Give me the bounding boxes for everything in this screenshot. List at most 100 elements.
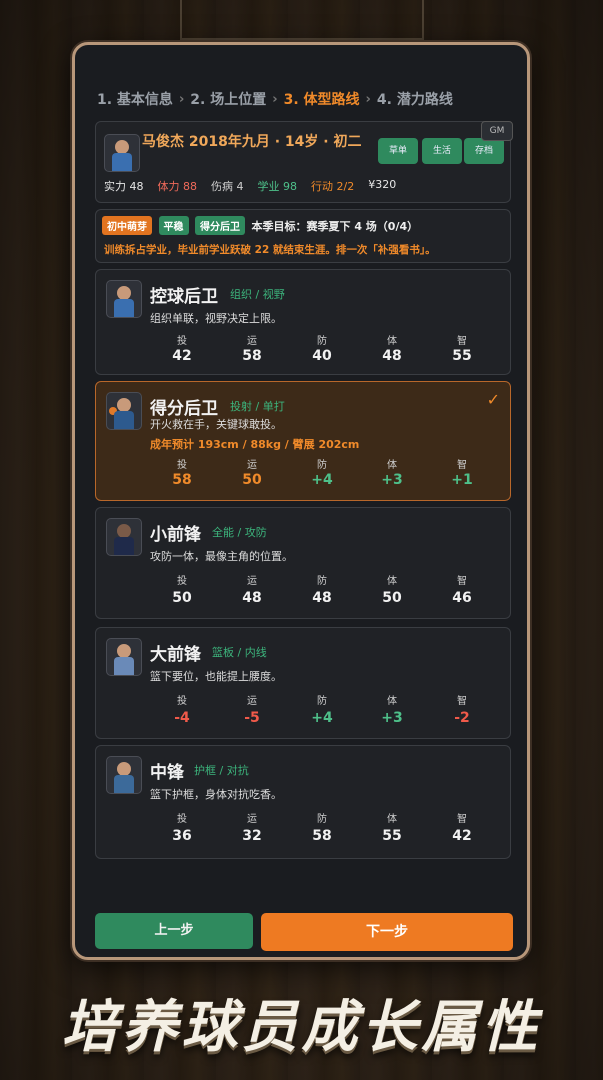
season-goal: 本季目标：赛季夏下 4 场（0/4） xyxy=(251,220,419,233)
attr-labels: 投运防体智 xyxy=(152,810,492,825)
attr-values: -4 -5 +4 +3 -2 xyxy=(152,710,492,726)
attr-value: 46 xyxy=(452,590,472,606)
position-description: 攻防一体，最像主角的位置。 xyxy=(150,550,293,563)
attr-value: 36 xyxy=(172,828,192,844)
position-description: 开火救在手，关键球敢投。 xyxy=(150,418,282,431)
position-card-c[interactable]: 中锋 护框 / 对抗 篮下护框，身体对抗吃香。 投 运 防 体 智 36 32 58 55 42 xyxy=(95,745,511,859)
attr-label: 运 xyxy=(247,460,257,471)
attr-label: 投 xyxy=(177,336,187,347)
attr-label: 防 xyxy=(317,576,327,587)
status-card: 初中萌芽 平稳 得分后卫 本季目标：赛季夏下 4 场（0/4） 训练拆占学业，毕… xyxy=(95,209,511,263)
step-4[interactable]: 4. 潜力路线 xyxy=(377,89,453,109)
stat-action: 行动 2/2 xyxy=(311,180,355,193)
position-name: 大前锋 xyxy=(150,645,201,665)
player-avatar xyxy=(106,518,142,556)
position-subtitle: 篮板 / 内线 xyxy=(212,646,267,659)
attr-value: 48 xyxy=(382,348,402,364)
position-card-sf[interactable]: 小前锋 全能 / 攻防 攻防一体，最像主角的位置。 投运防体智 50 48 48 50… xyxy=(95,507,511,619)
attr-value: +4 xyxy=(311,710,333,726)
attr-values: 50 48 48 50 46 xyxy=(152,590,492,606)
attr-values: 58 50 +4 +3 +1 xyxy=(152,472,492,488)
attr-label: 运 xyxy=(247,696,257,707)
step-breadcrumb: 1. 基本信息 › 2. 场上位置 › 3. 体型路线 › 4. 潜力路线 xyxy=(97,89,511,109)
step-1[interactable]: 1. 基本信息 xyxy=(97,89,173,109)
attr-label: 运 xyxy=(247,814,257,825)
position-subtitle: 护框 / 对抗 xyxy=(194,764,249,777)
position-card-sg[interactable]: 得分后卫 投射 / 单打 ✓ 开火救在手，关键球敢投。 成年预计 193cm /… xyxy=(95,381,511,501)
position-name: 小前锋 xyxy=(150,525,201,545)
attr-labels: 投运防体智 xyxy=(152,572,492,587)
attr-labels: 投运防体智 xyxy=(152,692,492,707)
chevron-right-icon: › xyxy=(272,91,278,107)
chevron-right-icon: › xyxy=(365,91,371,107)
next-step-button[interactable]: 下一步 xyxy=(261,913,513,951)
status-tag-stage: 初中萌芽 xyxy=(102,216,152,235)
attr-value: 50 xyxy=(172,590,192,606)
position-subtitle: 组织 / 视野 xyxy=(230,288,285,301)
position-card-pg[interactable]: 控球后卫 组织 / 视野 组织单联，视野决定上限。 投 运 防 体 智 42 58 40 48… xyxy=(95,269,511,375)
attr-label: 投 xyxy=(177,696,187,707)
attr-value: 50 xyxy=(242,472,262,488)
attr-label: 体 xyxy=(387,814,397,825)
save-button[interactable]: 存档 xyxy=(464,138,504,164)
player-avatar xyxy=(106,392,142,430)
court-line-top xyxy=(180,0,424,40)
position-name: 控球后卫 xyxy=(150,287,218,307)
position-subtitle: 全能 / 攻防 xyxy=(212,526,267,539)
attr-value: 55 xyxy=(452,348,472,364)
attr-label: 投 xyxy=(177,814,187,825)
stat-money: ¥320 xyxy=(368,178,397,191)
attr-label: 体 xyxy=(387,576,397,587)
attr-label: 智 xyxy=(457,576,467,587)
attr-value: -4 xyxy=(174,710,190,726)
schedule-button[interactable]: 草单 xyxy=(378,138,418,164)
previous-step-button[interactable]: 上一步 xyxy=(95,913,253,949)
attr-label: 运 xyxy=(247,336,257,347)
attr-label: 防 xyxy=(317,814,327,825)
attr-value: +4 xyxy=(311,472,333,488)
attr-labels: 投运防体智 xyxy=(152,332,492,347)
player-name: 马俊杰 2018年九月 · 14岁 · 初二 xyxy=(142,134,362,150)
position-description: 篮下护框，身体对抗吃香。 xyxy=(150,788,282,801)
attr-value: +3 xyxy=(381,710,403,726)
attr-value: 40 xyxy=(312,348,332,364)
attr-label: 体 xyxy=(387,696,397,707)
step-2[interactable]: 2. 场上位置 xyxy=(190,89,266,109)
step-3[interactable]: 3. 体型路线 xyxy=(284,89,360,109)
attr-value: 55 xyxy=(382,828,402,844)
gm-button[interactable]: GM xyxy=(481,121,513,141)
attr-label: 防 xyxy=(317,696,327,707)
attr-values: 42 58 40 48 55 xyxy=(152,348,492,364)
stat-study: 学业 98 xyxy=(257,180,298,193)
status-note: 训练拆占学业，毕业前学业跃破 22 就结束生涯。排一次「补强看书」。 xyxy=(104,244,436,256)
stat-stamina: 体力 88 xyxy=(157,180,198,193)
main-panel: 1. 基本信息 › 2. 场上位置 › 3. 体型路线 › 4. 潜力路线 马俊… xyxy=(72,42,530,960)
attr-value: -2 xyxy=(454,710,470,726)
attr-value: 58 xyxy=(172,472,192,488)
attr-value: 50 xyxy=(382,590,402,606)
attr-label: 智 xyxy=(457,814,467,825)
attr-label: 体 xyxy=(387,460,397,471)
check-icon: ✓ xyxy=(486,390,500,409)
life-button[interactable]: 生活 xyxy=(422,138,462,164)
position-subtitle: 投射 / 单打 xyxy=(230,400,285,413)
position-description: 组织单联，视野决定上限。 xyxy=(150,312,282,325)
player-card: 马俊杰 2018年九月 · 14岁 · 初二 草单 生活 存档 实力 48 体力… xyxy=(95,121,511,203)
attr-label: 防 xyxy=(317,460,327,471)
attr-label: 智 xyxy=(457,460,467,471)
player-avatar xyxy=(106,638,142,676)
status-row: 初中萌芽 平稳 得分后卫 本季目标：赛季夏下 4 场（0/4） xyxy=(102,216,418,235)
attr-value: +1 xyxy=(451,472,473,488)
stat-strength: 实力 48 xyxy=(104,180,144,193)
attr-value: 58 xyxy=(312,828,332,844)
attr-value: +3 xyxy=(381,472,403,488)
attr-label: 防 xyxy=(317,336,327,347)
attr-value: 32 xyxy=(242,828,262,844)
position-card-pf[interactable]: 大前锋 篮板 / 内线 篮下要位，也能提上腰度。 投运防体智 -4 -5 +4 +3-… xyxy=(95,627,511,739)
position-description: 篮下要位，也能提上腰度。 xyxy=(150,670,282,683)
attr-label: 投 xyxy=(177,460,187,471)
attr-value: 48 xyxy=(242,590,262,606)
attr-label: 体 xyxy=(387,336,397,347)
player-avatar xyxy=(106,756,142,794)
position-projection: 成年预计 193cm / 88kg / 臂展 202cm xyxy=(150,438,360,451)
